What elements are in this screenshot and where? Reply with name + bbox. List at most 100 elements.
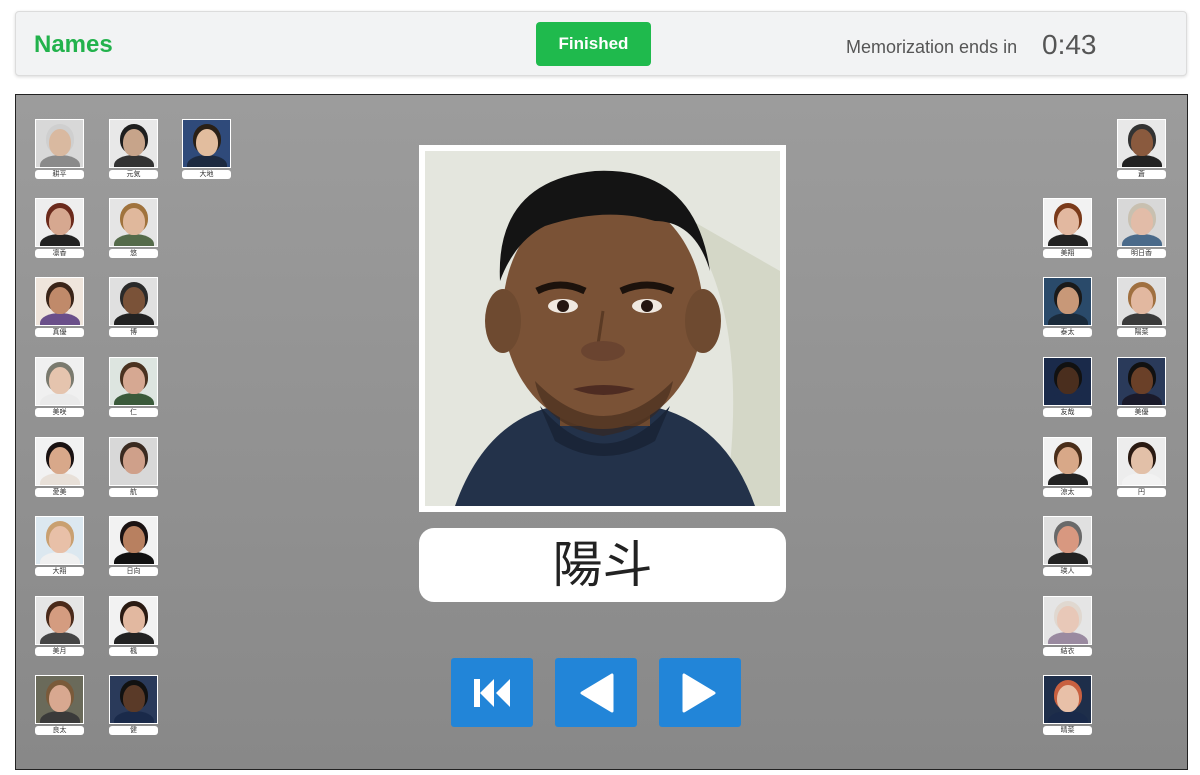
- face-thumbnail-photo: [35, 596, 84, 645]
- face-thumbnail-label: 博: [109, 328, 158, 337]
- face-thumbnail-photo: [35, 437, 84, 486]
- face-thumbnail-label: 美翔: [1043, 249, 1092, 258]
- face-thumbnail[interactable]: 健: [109, 675, 158, 735]
- face-thumbnail-label: 凛香: [35, 249, 84, 258]
- face-thumbnail-photo: [1043, 516, 1092, 565]
- face-thumbnail-photo: [35, 516, 84, 565]
- face-thumbnail[interactable]: 大地: [182, 119, 231, 179]
- face-thumbnail[interactable]: 美月: [35, 596, 84, 656]
- face-thumbnail-label: 健: [109, 726, 158, 735]
- previous-face-button[interactable]: [555, 658, 637, 727]
- face-thumbnail[interactable]: 愛美: [35, 437, 84, 497]
- current-name-label: 陽斗: [419, 528, 786, 602]
- face-thumbnail[interactable]: 明日香: [1117, 198, 1166, 258]
- timer-value: 0:43: [1042, 29, 1097, 60]
- face-thumbnail[interactable]: 蒼: [1117, 119, 1166, 179]
- face-thumbnail[interactable]: 陽菜: [1117, 277, 1166, 337]
- face-thumbnail[interactable]: 楓: [109, 596, 158, 656]
- finished-button[interactable]: Finished: [536, 22, 651, 66]
- face-thumbnail-photo: [109, 277, 158, 326]
- face-thumbnail[interactable]: 美翔: [1043, 198, 1092, 258]
- face-thumbnail-photo: [109, 437, 158, 486]
- face-thumbnail-photo: [109, 596, 158, 645]
- face-thumbnail-label: 美優: [1117, 408, 1166, 417]
- face-thumbnail-label: 悠: [109, 249, 158, 258]
- face-thumbnail[interactable]: 美優: [1117, 357, 1166, 417]
- face-thumbnail-label: 涼太: [1043, 488, 1092, 497]
- next-face-button[interactable]: [659, 658, 741, 727]
- face-thumbnail[interactable]: 仁: [109, 357, 158, 417]
- face-thumbnail-photo: [109, 198, 158, 247]
- timer-label: Memorization ends in: [846, 37, 1018, 57]
- face-thumbnail[interactable]: 瑛人: [1043, 516, 1092, 576]
- face-thumbnail[interactable]: 日向: [109, 516, 158, 576]
- face-thumbnail-label: 友哉: [1043, 408, 1092, 417]
- face-thumbnail-label: 大地: [182, 170, 231, 179]
- face-thumbnail-label: 良太: [35, 726, 84, 735]
- face-thumbnail-photo: [35, 198, 84, 247]
- face-thumbnail-photo: [35, 119, 84, 168]
- face-thumbnail-label: 元気: [109, 170, 158, 179]
- face-thumbnail-photo: [35, 277, 84, 326]
- face-thumbnail-label: 航: [109, 488, 158, 497]
- face-thumbnail-photo: [1117, 357, 1166, 406]
- face-thumbnail-label: 明日香: [1117, 249, 1166, 258]
- face-thumbnail-label: 瑛人: [1043, 567, 1092, 576]
- face-thumbnail-label: 楓: [109, 647, 158, 656]
- face-thumbnail-label: 円: [1117, 488, 1166, 497]
- face-thumbnail-photo: [1117, 198, 1166, 247]
- face-thumbnail-label: 仁: [109, 408, 158, 417]
- face-thumbnail-photo: [109, 357, 158, 406]
- face-thumbnail-label: 美月: [35, 647, 84, 656]
- face-thumbnail[interactable]: 博: [109, 277, 158, 337]
- face-thumbnail-label: 愛美: [35, 488, 84, 497]
- face-thumbnail[interactable]: 悠: [109, 198, 158, 258]
- face-thumbnail-photo: [1043, 596, 1092, 645]
- face-thumbnail-photo: [1043, 437, 1092, 486]
- face-thumbnail-label: 陽菜: [1117, 328, 1166, 337]
- face-thumbnail-label: 晴菜: [1043, 726, 1092, 735]
- face-thumbnail-photo: [109, 516, 158, 565]
- triangle-right-icon: [682, 673, 716, 712]
- face-thumbnail-photo: [182, 119, 231, 168]
- current-face-photo: [419, 145, 786, 512]
- face-thumbnail[interactable]: 良太: [35, 675, 84, 735]
- face-thumbnail[interactable]: 大翔: [35, 516, 84, 576]
- face-thumbnail-photo: [1043, 357, 1092, 406]
- page-title: Names: [34, 31, 113, 58]
- face-thumbnail[interactable]: 泰太: [1043, 277, 1092, 337]
- face-thumbnail[interactable]: 美咲: [35, 357, 84, 417]
- face-thumbnail-photo: [109, 119, 158, 168]
- face-thumbnail[interactable]: 結衣: [1043, 596, 1092, 656]
- face-thumbnail[interactable]: 晴菜: [1043, 675, 1092, 735]
- face-thumbnail-photo: [35, 675, 84, 724]
- first-face-button[interactable]: [451, 658, 533, 727]
- face-thumbnail-photo: [1117, 277, 1166, 326]
- face-thumbnail-label: 真優: [35, 328, 84, 337]
- face-thumbnail-photo: [109, 675, 158, 724]
- face-portrait: [425, 151, 780, 506]
- skip-to-start-icon: [474, 678, 510, 707]
- face-thumbnail-photo: [1043, 277, 1092, 326]
- face-thumbnail-photo: [1117, 119, 1166, 168]
- face-thumbnail[interactable]: 耕平: [35, 119, 84, 179]
- face-thumbnail[interactable]: 凛香: [35, 198, 84, 258]
- face-thumbnail-label: 結衣: [1043, 647, 1092, 656]
- face-thumbnail-label: 日向: [109, 567, 158, 576]
- face-thumbnail-label: 蒼: [1117, 170, 1166, 179]
- triangle-left-icon: [580, 673, 614, 712]
- header-bar: Names Finished Memorization ends in 0:43: [15, 11, 1187, 76]
- face-thumbnail-label: 美咲: [35, 408, 84, 417]
- face-thumbnail-photo: [1117, 437, 1166, 486]
- face-thumbnail[interactable]: 航: [109, 437, 158, 497]
- face-thumbnail[interactable]: 真優: [35, 277, 84, 337]
- face-thumbnail[interactable]: 涼太: [1043, 437, 1092, 497]
- face-thumbnail[interactable]: 友哉: [1043, 357, 1092, 417]
- face-thumbnail[interactable]: 円: [1117, 437, 1166, 497]
- face-thumbnail-label: 泰太: [1043, 328, 1092, 337]
- face-thumbnail-label: 耕平: [35, 170, 84, 179]
- face-thumbnail-photo: [35, 357, 84, 406]
- face-thumbnail-photo: [1043, 675, 1092, 724]
- face-thumbnail[interactable]: 元気: [109, 119, 158, 179]
- memorization-stage: 陽斗 耕平 元気 大地凛香 悠真優 博美咲 仁愛美 航大翔 日向美月 楓良太 健 蒼美翔 明日香泰太 陽…: [15, 94, 1188, 770]
